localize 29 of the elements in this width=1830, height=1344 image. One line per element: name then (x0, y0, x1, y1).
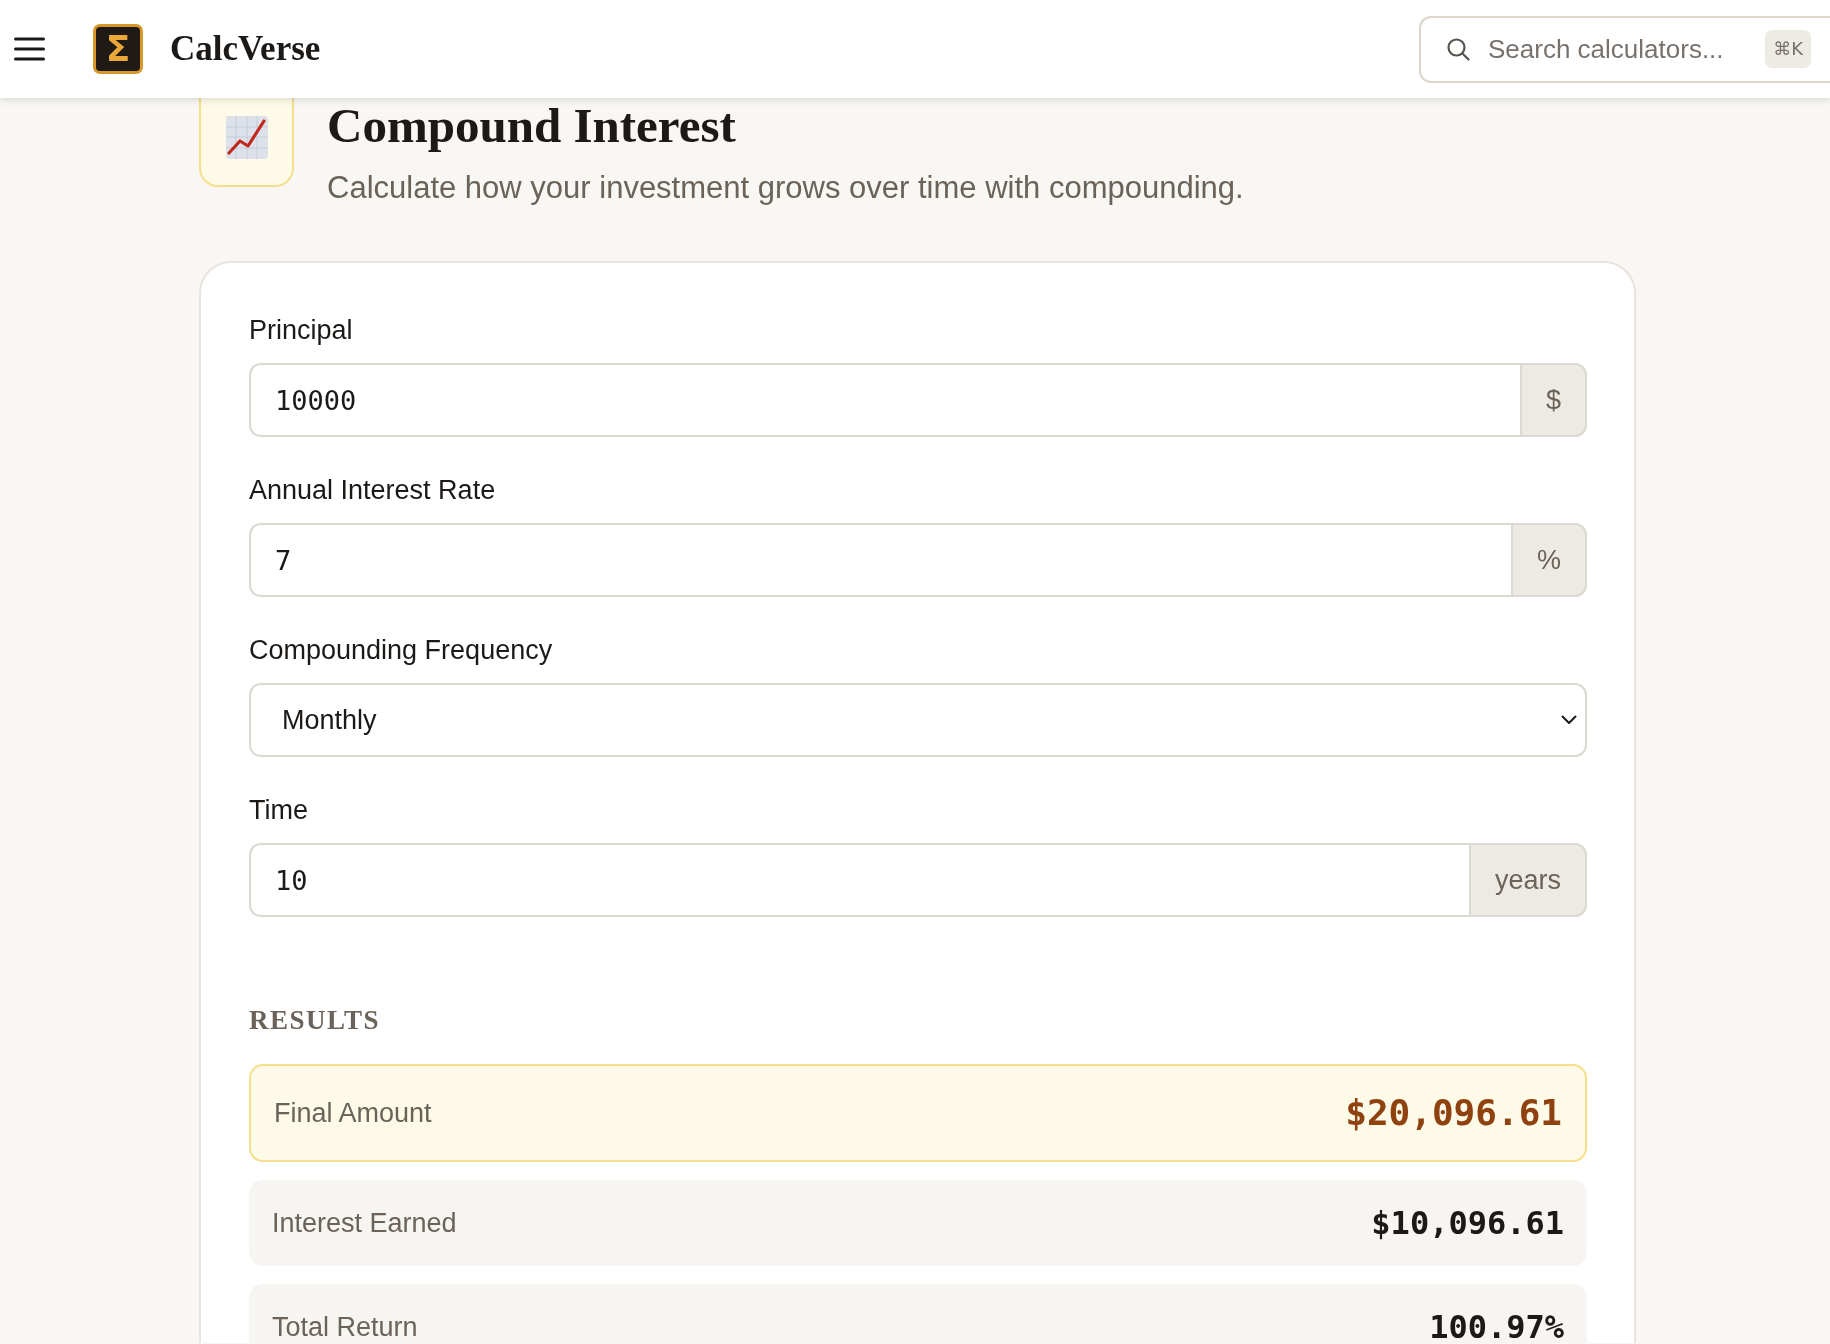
number-input[interactable]: 10 (249, 843, 1469, 917)
page-subtitle: Calculate how your investment grows over time with compounding. (327, 169, 1244, 207)
brand-name[interactable]: CalcVerse (170, 29, 321, 69)
field-label: Compounding Frequency (249, 634, 554, 667)
field-label: Principal (249, 314, 354, 347)
field-label: Annual Interest Rate (249, 474, 497, 507)
number-input[interactable]: 10000 (249, 363, 1520, 437)
result-value: 100.97% (1429, 1311, 1564, 1343)
unit-suffix: years (1468, 843, 1587, 917)
search-bar[interactable]: Search calculators... ⌘K (1419, 15, 1830, 83)
number-input[interactable]: 7 (249, 523, 1511, 597)
result-label: Final Amount (274, 1097, 432, 1129)
dropdown-select[interactable]: Monthly (249, 683, 1587, 757)
menu-icon[interactable] (14, 37, 45, 61)
shortcut-hint: ⌘K (1765, 30, 1811, 68)
search-icon (1446, 37, 1470, 61)
field-label: Time (249, 794, 309, 827)
page-title: Compound Interest (327, 98, 737, 154)
result-label: Total Return (272, 1312, 418, 1343)
search-input[interactable]: Search calculators... (1488, 33, 1756, 65)
results-heading: RESULTS (249, 1004, 382, 1037)
unit-suffix: % (1511, 523, 1587, 597)
unit-suffix: $ (1519, 363, 1587, 437)
result-value: $10,096.61 (1371, 1207, 1564, 1239)
result-value: $20,096.61 (1345, 1095, 1562, 1131)
result-label: Interest Earned (272, 1207, 457, 1239)
chevron-down-icon (1561, 715, 1577, 725)
logo-mark[interactable]: Σ (93, 24, 143, 74)
line-chart-icon (199, 98, 294, 187)
